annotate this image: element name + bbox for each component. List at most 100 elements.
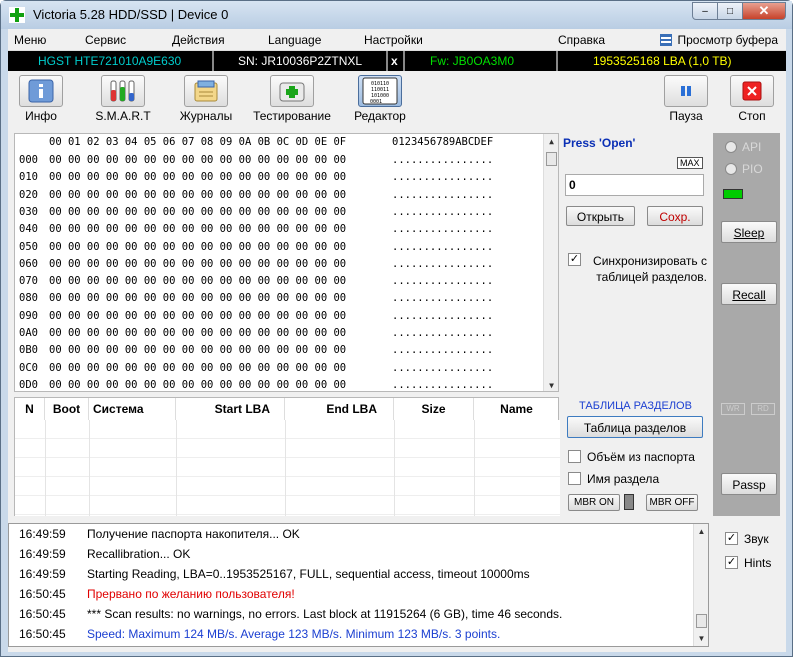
hex-bytes[interactable]: 00 00 00 00 00 00 00 00 00 00 00 00 00 0… <box>49 154 346 166</box>
menu-item-settings[interactable]: Настройки <box>364 33 423 47</box>
binary-editor-icon: 010110 110011 101000 0001 <box>362 77 398 105</box>
pio-radio[interactable] <box>725 163 737 175</box>
drive-firmware: Fw: JB0OA3M0 <box>430 54 515 68</box>
col-n[interactable]: N <box>15 398 45 420</box>
hex-bytes[interactable]: 00 00 00 00 00 00 00 00 00 00 00 00 00 0… <box>49 379 346 391</box>
client-area: Меню Сервис Действия Language Настройки … <box>8 29 786 652</box>
pause-button[interactable]: Пауза <box>664 75 708 123</box>
scroll-up-icon[interactable]: ▲ <box>694 524 708 539</box>
hex-ascii[interactable]: ................ <box>392 292 493 304</box>
hex-bytes[interactable]: 00 00 00 00 00 00 00 00 00 00 00 00 00 0… <box>49 171 346 183</box>
scroll-thumb[interactable] <box>696 614 707 628</box>
hex-offset: 0C0 <box>19 361 38 374</box>
sector-panel: Press 'Open' MAX 0 Открыть Сохр. ✓ Синхр… <box>561 133 710 392</box>
editor-button[interactable]: 010110 110011 101000 0001 Редактор <box>347 75 413 123</box>
editor-button-label: Редактор <box>354 109 406 123</box>
hex-ascii[interactable]: ................ <box>392 258 493 270</box>
col-name[interactable]: Name <box>474 398 559 420</box>
hex-bytes[interactable]: 00 00 00 00 00 00 00 00 00 00 00 00 00 0… <box>49 362 346 374</box>
col-boot[interactable]: Boot <box>45 398 89 420</box>
hex-ascii[interactable]: ................ <box>392 310 493 322</box>
hex-ascii[interactable]: ................ <box>392 171 493 183</box>
passport-volume-checkbox[interactable] <box>568 450 581 463</box>
hex-bytes[interactable]: 00 00 00 00 00 00 00 00 00 00 00 00 00 0… <box>49 223 346 235</box>
partition-table-button[interactable]: Таблица разделов <box>567 416 703 438</box>
test-tubes-icon <box>110 80 135 102</box>
stop-button[interactable]: Стоп <box>730 75 774 123</box>
hex-ascii[interactable]: ................ <box>392 206 493 218</box>
hex-bytes[interactable]: 00 00 00 00 00 00 00 00 00 00 00 00 00 0… <box>49 344 346 356</box>
partition-table[interactable]: N Boot Система Start LBA End LBA Size Na… <box>14 397 560 516</box>
hex-bytes[interactable]: 00 00 00 00 00 00 00 00 00 00 00 00 00 0… <box>49 292 346 304</box>
hints-checkbox[interactable]: ✓ <box>725 556 738 569</box>
info-divider <box>556 51 558 71</box>
buffer-view-button[interactable]: Просмотр буфера <box>660 33 778 47</box>
menu-item-actions[interactable]: Действия <box>172 33 225 47</box>
info-button[interactable]: Инфо <box>18 75 64 123</box>
scroll-up-icon[interactable]: ▲ <box>544 134 558 149</box>
hex-ascii[interactable]: ................ <box>392 344 493 356</box>
max-button[interactable]: MAX <box>677 157 703 169</box>
hex-offset: 000 <box>19 154 38 166</box>
menu-item-menu[interactable]: Меню <box>14 33 46 47</box>
hex-scrollbar[interactable]: ▲ ▼ <box>543 134 558 391</box>
recall-button[interactable]: Recall <box>721 283 777 305</box>
open-button[interactable]: Открыть <box>566 206 635 226</box>
minimize-button[interactable]: – <box>692 2 718 20</box>
sleep-button[interactable]: Sleep <box>721 221 777 243</box>
drive-capacity: 1953525168 LBA (1,0 TB) <box>593 54 732 68</box>
hex-ascii[interactable]: ................ <box>392 362 493 374</box>
log-message: *** Scan results: no warnings, no errors… <box>87 607 563 621</box>
maximize-button[interactable]: □ <box>717 2 743 20</box>
hex-ascii[interactable]: ................ <box>392 189 493 201</box>
grid-line <box>45 420 46 516</box>
sector-number-input[interactable]: 0 <box>565 174 704 196</box>
sync-checkbox[interactable]: ✓ <box>568 253 581 266</box>
journals-button[interactable]: Журналы <box>178 75 234 123</box>
api-radio[interactable] <box>725 141 737 153</box>
mode-side-panel: API PIO Sleep Recall WR RD Passp <box>713 133 780 516</box>
mbr-off-button[interactable]: MBR OFF <box>646 494 698 511</box>
hex-bytes[interactable]: 00 00 00 00 00 00 00 00 00 00 00 00 00 0… <box>49 206 346 218</box>
hex-ascii[interactable]: ................ <box>392 223 493 235</box>
col-size[interactable]: Size <box>394 398 474 420</box>
hex-offset: 0A0 <box>19 327 38 339</box>
hex-bytes[interactable]: 00 00 00 00 00 00 00 00 00 00 00 00 00 0… <box>49 327 346 339</box>
log-scrollbar[interactable]: ▲ ▼ <box>693 524 708 646</box>
hex-editor[interactable]: 00 01 02 03 04 05 06 07 08 09 0A 0B 0C 0… <box>14 133 559 392</box>
hex-bytes[interactable]: 00 00 00 00 00 00 00 00 00 00 00 00 00 0… <box>49 258 346 270</box>
close-button[interactable]: ✕ <box>742 2 786 20</box>
hex-ascii[interactable]: ................ <box>392 379 493 391</box>
hex-bytes[interactable]: 00 00 00 00 00 00 00 00 00 00 00 00 00 0… <box>49 275 346 287</box>
stop-icon <box>742 81 762 101</box>
menu-item-service[interactable]: Сервис <box>85 33 126 47</box>
hex-offset: 0B0 <box>19 344 38 357</box>
col-system[interactable]: Система <box>89 398 176 420</box>
menu-item-help[interactable]: Справка <box>558 33 605 47</box>
testing-button[interactable]: Тестирование <box>251 75 333 123</box>
scroll-thumb[interactable] <box>546 152 557 166</box>
hex-bytes[interactable]: 00 00 00 00 00 00 00 00 00 00 00 00 00 0… <box>49 241 346 253</box>
passp-button[interactable]: Passp <box>721 473 777 495</box>
smart-button[interactable]: S.M.A.R.T <box>93 75 153 123</box>
partition-name-label: Имя раздела <box>587 472 660 486</box>
buffer-view-label: Просмотр буфера <box>677 33 778 47</box>
scroll-down-icon[interactable]: ▼ <box>694 631 708 646</box>
save-button[interactable]: Сохр. <box>647 206 703 226</box>
event-log[interactable]: 16:49:59 Получение паспорта накопителя...… <box>8 523 709 647</box>
hex-offset: 040 <box>19 223 38 236</box>
hex-ascii[interactable]: ................ <box>392 275 493 287</box>
hex-bytes[interactable]: 00 00 00 00 00 00 00 00 00 00 00 00 00 0… <box>49 310 346 322</box>
hex-ascii[interactable]: ................ <box>392 154 493 166</box>
scroll-down-icon[interactable]: ▼ <box>544 378 558 391</box>
hex-ascii[interactable]: ................ <box>392 241 493 253</box>
col-end-lba[interactable]: End LBA <box>285 398 394 420</box>
menu-item-language[interactable]: Language <box>268 33 321 47</box>
mbr-on-button[interactable]: MBR ON <box>568 494 620 511</box>
title-bar[interactable]: Victoria 5.28 HDD/SSD | Device 0 – □ ✕ <box>1 1 792 29</box>
hex-ascii[interactable]: ................ <box>392 327 493 339</box>
partition-name-checkbox[interactable] <box>568 472 581 485</box>
col-start-lba[interactable]: Start LBA <box>176 398 285 420</box>
sound-checkbox[interactable]: ✓ <box>725 532 738 545</box>
hex-bytes[interactable]: 00 00 00 00 00 00 00 00 00 00 00 00 00 0… <box>49 189 346 201</box>
